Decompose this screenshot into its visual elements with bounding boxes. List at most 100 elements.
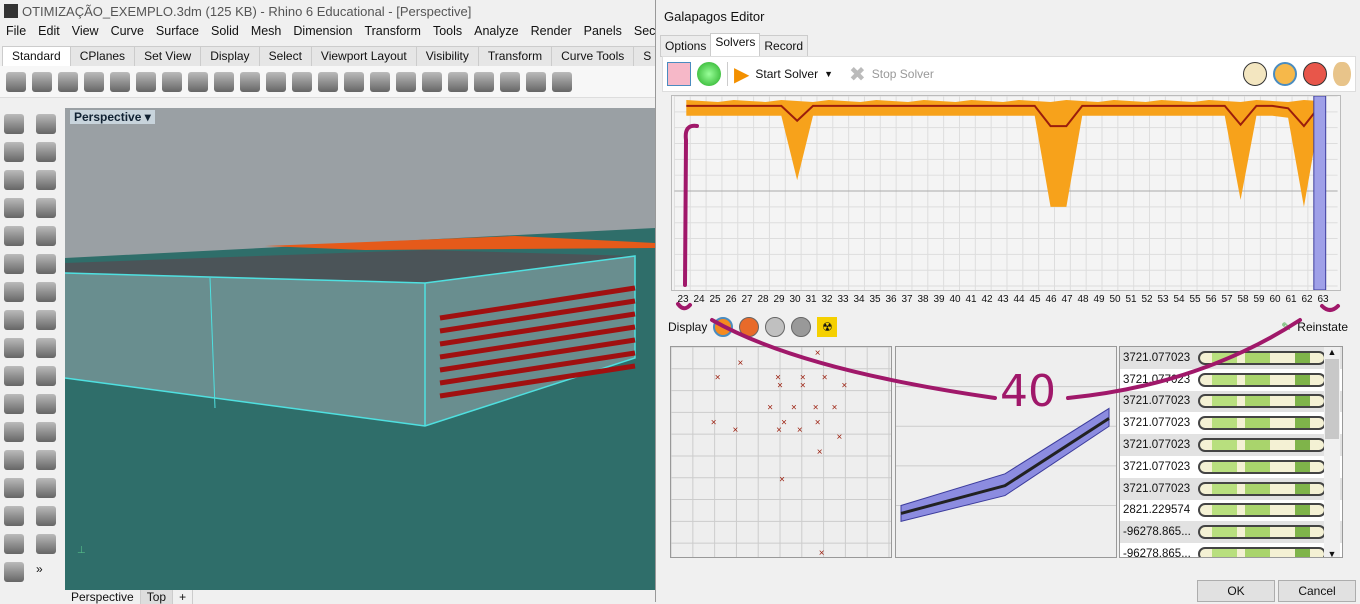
menu-item-edit[interactable]: Edit (32, 24, 66, 42)
perspective-viewport[interactable]: ⊥ (65, 108, 655, 590)
genome-row[interactable]: 2821.229574 (1120, 500, 1342, 522)
menu-item-file[interactable]: File (0, 24, 32, 42)
toolbar-tab-standard[interactable]: Standard (2, 46, 71, 66)
toolbar-tab-select[interactable]: Select (258, 46, 312, 66)
speed-fast-icon[interactable] (1303, 62, 1327, 86)
menu-item-render[interactable]: Render (525, 24, 578, 42)
toolbar-tool-icon[interactable] (552, 71, 572, 92)
display-mode-1-icon[interactable] (713, 317, 734, 337)
cancel-button[interactable]: Cancel (1278, 580, 1356, 602)
toolbar-tool-icon[interactable] (6, 71, 26, 92)
reinstate-button[interactable]: Reinstate (1297, 320, 1348, 334)
command-tool-icon[interactable] (36, 366, 56, 386)
toolbar-tool-icon[interactable] (188, 71, 208, 92)
command-tool-icon[interactable] (4, 366, 24, 386)
command-tool-icon[interactable] (36, 254, 56, 274)
command-tool-icon[interactable] (36, 170, 56, 190)
toolbar-tool-icon[interactable] (500, 71, 520, 92)
menu-item-surface[interactable]: Surface (150, 24, 205, 42)
list-scrollbar[interactable]: ▲ ▼ (1324, 347, 1340, 557)
command-tool-icon[interactable] (4, 170, 24, 190)
command-tool-icon[interactable] (4, 422, 24, 442)
toolbar-tool-icon[interactable] (32, 71, 52, 92)
command-tool-icon[interactable] (36, 338, 56, 358)
toolbar-tool-icon[interactable] (292, 71, 312, 92)
genome-row[interactable]: 3721.077023 (1120, 390, 1342, 413)
menu-item-analyze[interactable]: Analyze (468, 24, 524, 42)
tab-options[interactable]: Options (660, 35, 712, 57)
toolbar-tab-curve-tools[interactable]: Curve Tools (551, 46, 635, 66)
display-mode-2-icon[interactable] (739, 317, 760, 337)
toolbar-tool-icon[interactable] (58, 71, 78, 92)
toolbar-tool-icon[interactable] (84, 71, 104, 92)
toolbar-tab-transform[interactable]: Transform (477, 46, 553, 66)
command-tool-icon[interactable] (4, 310, 24, 330)
evolutionary-solver-icon[interactable] (667, 62, 691, 86)
command-tool-icon[interactable] (36, 226, 56, 246)
toolbar-tool-icon[interactable] (370, 71, 390, 92)
play-icon[interactable]: ▶ (734, 62, 749, 87)
toolbar-tool-icon[interactable] (110, 71, 130, 92)
tab-solvers[interactable]: Solvers (710, 33, 761, 57)
speed-medium-icon[interactable] (1273, 62, 1297, 86)
command-tool-icon[interactable] (4, 562, 24, 582)
radiation-icon[interactable]: ☢ (817, 317, 838, 337)
toolbar-tool-icon[interactable] (162, 71, 182, 92)
command-tool-icon[interactable] (36, 506, 56, 526)
toolbar-tool-icon[interactable] (344, 71, 364, 92)
more-tools-icon[interactable]: » (36, 562, 64, 584)
menu-item-mesh[interactable]: Mesh (245, 24, 288, 42)
toolbar-tab-visibility[interactable]: Visibility (415, 46, 479, 66)
command-tool-icon[interactable] (4, 478, 24, 498)
toolbar-tool-icon[interactable] (526, 71, 546, 92)
stop-solver-button[interactable]: Stop Solver (872, 67, 934, 81)
genome-row[interactable]: 3721.077023 (1120, 347, 1342, 369)
display-mode-4-icon[interactable] (791, 317, 812, 337)
toolbar-tool-icon[interactable] (136, 71, 156, 92)
genome-row[interactable]: 3721.077023 (1120, 434, 1342, 456)
toolbar-tab-cplanes[interactable]: CPlanes (69, 46, 136, 66)
command-tool-icon[interactable] (36, 450, 56, 470)
menu-item-tools[interactable]: Tools (427, 24, 468, 42)
egg-icon[interactable] (1333, 62, 1351, 86)
command-tool-icon[interactable] (36, 394, 56, 414)
menu-item-curve[interactable]: Curve (105, 24, 150, 42)
genome-row[interactable]: 3721.077023 (1120, 477, 1342, 500)
toolbar-tool-icon[interactable] (240, 71, 260, 92)
genome-row[interactable]: -96278.865... (1120, 521, 1342, 544)
toolbar-tool-icon[interactable] (214, 71, 234, 92)
command-tool-icon[interactable] (4, 142, 24, 162)
menu-item-view[interactable]: View (66, 24, 105, 42)
display-mode-3-icon[interactable] (765, 317, 786, 337)
genome-row[interactable]: 3721.077023 (1120, 456, 1342, 478)
genome-row[interactable]: 3721.077023 (1120, 369, 1342, 391)
toolbar-tab-viewport-layout[interactable]: Viewport Layout (310, 46, 417, 66)
command-tool-icon[interactable] (4, 226, 24, 246)
tab-record[interactable]: Record (759, 35, 809, 57)
command-tool-icon[interactable] (4, 338, 24, 358)
command-tool-icon[interactable] (4, 394, 24, 414)
command-tool-icon[interactable] (36, 198, 56, 218)
command-tool-icon[interactable] (36, 422, 56, 442)
toolbar-tool-icon[interactable] (318, 71, 338, 92)
command-tool-icon[interactable] (36, 114, 56, 134)
command-tool-icon[interactable] (4, 254, 24, 274)
command-tool-icon[interactable] (4, 114, 24, 134)
menu-item-panels[interactable]: Panels (578, 24, 628, 42)
toolbar-tool-icon[interactable] (474, 71, 494, 92)
ok-button[interactable]: OK (1197, 580, 1275, 602)
command-tool-icon[interactable] (36, 310, 56, 330)
command-tool-icon[interactable] (4, 198, 24, 218)
command-tool-icon[interactable] (4, 282, 24, 302)
command-tool-icon[interactable] (36, 142, 56, 162)
command-tool-icon[interactable] (36, 478, 56, 498)
viewport-label[interactable]: Perspective ▾ (70, 110, 155, 124)
current-generation-marker[interactable] (1313, 96, 1327, 290)
toolbar-tool-icon[interactable] (448, 71, 468, 92)
toolbar-tab-display[interactable]: Display (200, 46, 260, 66)
command-tool-icon[interactable] (4, 506, 24, 526)
command-tool-icon[interactable] (36, 534, 56, 554)
menu-item-solid[interactable]: Solid (205, 24, 245, 42)
genome-row[interactable]: -96278.865... (1120, 543, 1342, 557)
toolbar-tool-icon[interactable] (422, 71, 442, 92)
